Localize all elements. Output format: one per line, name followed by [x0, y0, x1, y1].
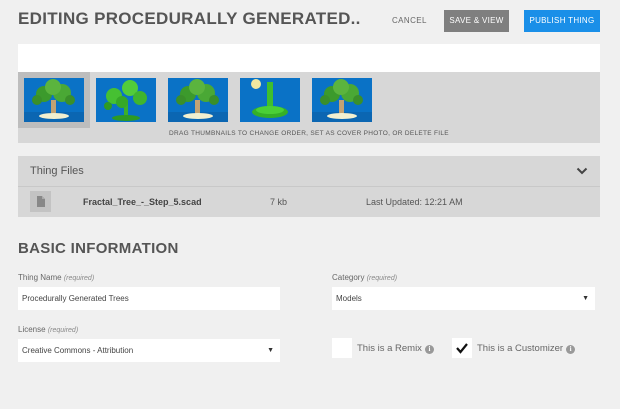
required-note: (required)	[366, 275, 398, 282]
tree-render-image	[24, 78, 84, 122]
thumbnail-strip: DRAG THUMBNAILS TO CHANGE ORDER, SET AS …	[18, 72, 600, 143]
page-title: EDITING PROCEDURALLY GENERATED..	[18, 9, 361, 28]
chevron-down-icon[interactable]	[576, 165, 588, 177]
thing-files-title: Thing Files	[30, 165, 84, 177]
remix-label: This is a Remix i	[357, 343, 434, 354]
section-title: BASIC INFORMATION	[18, 240, 179, 257]
tree-render-image	[312, 78, 372, 122]
thing-files-panel: Thing Files Fractal_Tree_-_Step_5.scad 7…	[18, 156, 600, 217]
thumbnail-hint: DRAG THUMBNAILS TO CHANGE ORDER, SET AS …	[169, 130, 449, 137]
save-and-view-button[interactable]: SAVE & VIEW	[444, 10, 509, 32]
category-label: Category (required)	[332, 273, 398, 282]
cancel-button[interactable]: CANCEL	[392, 12, 427, 30]
required-note: (required)	[47, 327, 79, 334]
tree-render-image	[168, 78, 228, 122]
thing-name-input[interactable]: Procedurally Generated Trees	[18, 287, 280, 310]
thumbnail-1[interactable]	[24, 78, 84, 122]
thumbnail-4[interactable]	[240, 78, 300, 122]
checkmark-icon	[456, 343, 468, 354]
thumbnail-5[interactable]	[312, 78, 372, 122]
license-label: License (required)	[18, 325, 79, 334]
file-size: 7 kb	[270, 197, 288, 207]
customizer-label: This is a Customizer i	[477, 343, 576, 354]
model-render-image	[240, 78, 300, 122]
thumbnail-2[interactable]	[96, 78, 156, 122]
category-select[interactable]: Models ▼	[332, 287, 595, 310]
file-last-updated: Last Updated: 12:21 AM	[366, 197, 463, 207]
thing-files-header[interactable]: Thing Files	[18, 156, 600, 186]
license-select[interactable]: Creative Commons - Attribution ▼	[18, 339, 280, 362]
page-header: EDITING PROCEDURALLY GENERATED.. CANCEL …	[0, 0, 620, 44]
info-icon[interactable]: i	[424, 345, 434, 354]
thumbnail-3[interactable]	[168, 78, 228, 122]
thing-name-label: Thing Name (required)	[18, 273, 95, 282]
publish-thing-button[interactable]: PUBLISH THING	[524, 10, 600, 32]
dropdown-arrow-icon: ▼	[582, 295, 589, 302]
info-icon[interactable]: i	[566, 345, 576, 354]
file-row[interactable]: Fractal_Tree_-_Step_5.scad 7 kb Last Upd…	[18, 187, 600, 217]
tree-render-image	[96, 78, 156, 122]
remix-checkbox[interactable]	[332, 338, 352, 358]
required-note: (required)	[63, 275, 95, 282]
dropdown-arrow-icon: ▼	[267, 347, 274, 354]
cover-area	[18, 44, 600, 72]
file-name[interactable]: Fractal_Tree_-_Step_5.scad	[83, 197, 202, 207]
customizer-checkbox[interactable]	[452, 338, 472, 358]
file-icon	[30, 191, 51, 212]
